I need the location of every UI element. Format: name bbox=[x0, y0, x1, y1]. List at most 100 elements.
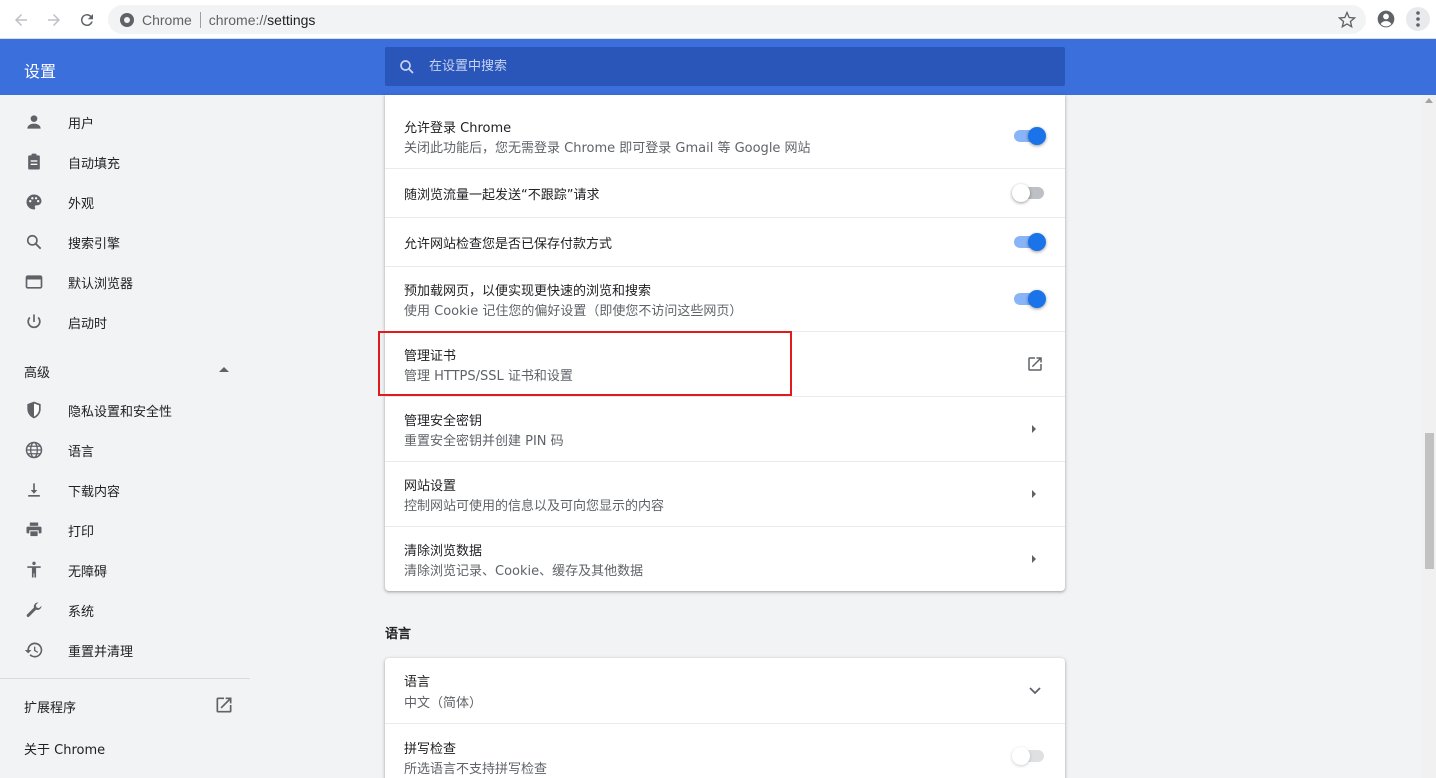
settings-search[interactable] bbox=[385, 47, 1065, 86]
url-path: settings bbox=[267, 11, 316, 28]
sidebar-item-label: 语言 bbox=[68, 444, 95, 460]
sidebar-item-users[interactable]: 用户 bbox=[0, 104, 250, 140]
history-icon bbox=[24, 642, 43, 658]
sidebar-item-reset[interactable]: 重置并清理 bbox=[0, 632, 250, 668]
account-icon[interactable] bbox=[1376, 9, 1396, 29]
reload-button[interactable] bbox=[76, 9, 98, 31]
sidebar-item-label: 自动填充 bbox=[68, 156, 121, 172]
reload-icon bbox=[80, 14, 93, 27]
sidebar-item-label: 外观 bbox=[68, 196, 95, 212]
sidebar-item-about[interactable]: 关于 Chrome bbox=[24, 739, 105, 758]
setting-subtitle: 使用 Cookie 记住您的偏好设置（即使您不访问这些网页） bbox=[404, 304, 743, 319]
sidebar-item-label: 默认浏览器 bbox=[68, 276, 134, 292]
open-in-new-icon[interactable] bbox=[1026, 355, 1044, 373]
address-bar[interactable]: Chrome chrome://settings bbox=[108, 5, 1366, 34]
setting-row-clear-browsing-data[interactable]: 清除浏览数据 清除浏览记录、Cookie、缓存及其他数据 bbox=[385, 526, 1065, 591]
search-icon bbox=[400, 59, 414, 74]
sidebar-item-privacy[interactable]: 隐私设置和安全性 bbox=[0, 392, 250, 428]
sidebar-item-search-engine[interactable]: 搜索引擎 bbox=[0, 224, 250, 260]
setting-row-allow-chrome-signin[interactable]: 允许登录 Chrome 关闭此功能后，您无需登录 Chrome 即可登录 Gma… bbox=[385, 105, 1065, 169]
arrow-right-icon bbox=[1032, 555, 1036, 563]
setting-title: 允许登录 Chrome bbox=[404, 121, 512, 136]
toggle-switch[interactable] bbox=[1014, 127, 1046, 147]
toggle-knob bbox=[1012, 184, 1030, 202]
setting-row-site-settings[interactable]: 网站设置 控制网站可使用的信息以及可向您显示的内容 bbox=[385, 461, 1065, 526]
sidebar-item-on-startup[interactable]: 启动时 bbox=[0, 304, 250, 340]
setting-title: 预加载网页，以便实现更快速的浏览和搜索 bbox=[404, 284, 652, 299]
setting-row-do-not-track[interactable]: 随浏览流量一起发送“不跟踪”请求 bbox=[385, 168, 1065, 218]
scroll-up-arrow-icon[interactable] bbox=[1425, 98, 1433, 103]
setting-row-security-keys[interactable]: 管理安全密钥 重置安全密钥并创建 PIN 码 bbox=[385, 396, 1065, 461]
arrow-right-icon bbox=[1032, 490, 1036, 498]
sidebar-item-languages[interactable]: 语言 bbox=[0, 432, 250, 468]
sidebar-item-label: 系统 bbox=[68, 604, 95, 620]
scrollbar[interactable] bbox=[1422, 95, 1436, 778]
setting-row-preload-pages[interactable]: 预加载网页，以便实现更快速的浏览和搜索 使用 Cookie 记住您的偏好设置（即… bbox=[385, 266, 1065, 331]
omnibox-divider bbox=[199, 11, 201, 28]
download-icon bbox=[28, 483, 40, 497]
search-input[interactable] bbox=[429, 59, 1029, 74]
wrench-icon bbox=[26, 602, 42, 618]
forward-button[interactable] bbox=[43, 9, 65, 31]
setting-subtitle: 关闭此功能后，您无需登录 Chrome 即可登录 Gmail 等 Google … bbox=[404, 141, 811, 156]
chevron-down-icon[interactable] bbox=[1029, 687, 1041, 695]
advanced-toggle[interactable]: 高级 bbox=[0, 352, 250, 388]
setting-title: 随浏览流量一起发送“不跟踪”请求 bbox=[404, 188, 600, 203]
omnibox-brand: Chrome bbox=[142, 11, 192, 28]
sidebar-item-autofill[interactable]: 自动填充 bbox=[0, 144, 250, 180]
toggle-switch[interactable] bbox=[1014, 233, 1046, 253]
browser-window-icon bbox=[25, 275, 43, 289]
toggle-switch[interactable] bbox=[1012, 747, 1046, 767]
bookmark-star-icon[interactable] bbox=[1338, 11, 1356, 29]
setting-row-payment-methods[interactable]: 允许网站检查您是否已保存付款方式 bbox=[385, 217, 1065, 267]
sidebar-item-extensions[interactable]: 扩展程序 bbox=[0, 691, 250, 721]
setting-row-languages[interactable]: 语言 中文（简体） bbox=[385, 658, 1065, 723]
setting-subtitle: 清除浏览记录、Cookie、缓存及其他数据 bbox=[404, 564, 644, 579]
toggle-switch[interactable] bbox=[1014, 290, 1046, 310]
accessibility-icon bbox=[27, 561, 41, 578]
more-vert-icon bbox=[1416, 11, 1420, 27]
sidebar-item-label: 打印 bbox=[68, 524, 95, 540]
back-button[interactable] bbox=[10, 9, 32, 31]
setting-title: 允许网站检查您是否已保存付款方式 bbox=[404, 237, 613, 252]
sidebar-divider bbox=[0, 678, 250, 679]
sidebar-item-printing[interactable]: 打印 bbox=[0, 512, 250, 548]
setting-title: 网站设置 bbox=[404, 479, 457, 494]
toggle-switch[interactable] bbox=[1012, 184, 1046, 204]
url-prefix: chrome:// bbox=[208, 11, 268, 28]
toggle-knob bbox=[1028, 233, 1046, 251]
advanced-label: 高级 bbox=[24, 366, 51, 381]
shield-icon bbox=[27, 401, 41, 419]
arrow-right-icon bbox=[48, 14, 60, 26]
setting-row-spell-check[interactable]: 拼写检查 所选语言不支持拼写检查 bbox=[385, 723, 1065, 778]
clipboard-icon bbox=[28, 153, 40, 170]
setting-title: 管理安全密钥 bbox=[404, 414, 483, 429]
sidebar-item-accessibility[interactable]: 无障碍 bbox=[0, 552, 250, 588]
sidebar-item-label: 重置并清理 bbox=[68, 644, 134, 660]
setting-subtitle: 所选语言不支持拼写检查 bbox=[404, 762, 548, 777]
sidebar-item-system[interactable]: 系统 bbox=[0, 592, 250, 628]
arrow-right-icon bbox=[1032, 425, 1036, 433]
languages-card: 语言 中文（简体） 拼写检查 所选语言不支持拼写检查 bbox=[385, 658, 1065, 778]
sidebar-item-downloads[interactable]: 下载内容 bbox=[0, 472, 250, 508]
setting-title: 清除浏览数据 bbox=[404, 544, 483, 559]
sidebar-item-appearance[interactable]: 外观 bbox=[0, 184, 250, 220]
page-title: 设置 bbox=[24, 62, 57, 81]
setting-subtitle: 重置安全密钥并创建 PIN 码 bbox=[404, 434, 564, 449]
sidebar-item-label: 用户 bbox=[68, 116, 95, 132]
setting-subtitle: 中文（简体） bbox=[404, 696, 483, 711]
sidebar: 用户 自动填充 外观 搜索引擎 默认浏览器 启动时 高级 隐私设置和安全性 语言… bbox=[0, 95, 250, 778]
sidebar-item-default-browser[interactable]: 默认浏览器 bbox=[0, 264, 250, 300]
chrome-page-icon bbox=[120, 12, 134, 27]
sidebar-item-label: 无障碍 bbox=[68, 564, 108, 580]
arrow-left-icon bbox=[15, 14, 27, 26]
scroll-thumb[interactable] bbox=[1425, 433, 1434, 569]
printer-icon bbox=[26, 522, 42, 538]
open-in-new-icon bbox=[216, 697, 232, 713]
highlight-box bbox=[378, 331, 792, 396]
sidebar-item-label: 启动时 bbox=[68, 316, 108, 332]
browser-toolbar: Chrome chrome://settings bbox=[0, 0, 1436, 39]
omnibox-url: chrome://settings bbox=[209, 12, 316, 28]
caret-up-icon bbox=[219, 367, 229, 372]
browser-menu-button[interactable] bbox=[1406, 7, 1430, 31]
